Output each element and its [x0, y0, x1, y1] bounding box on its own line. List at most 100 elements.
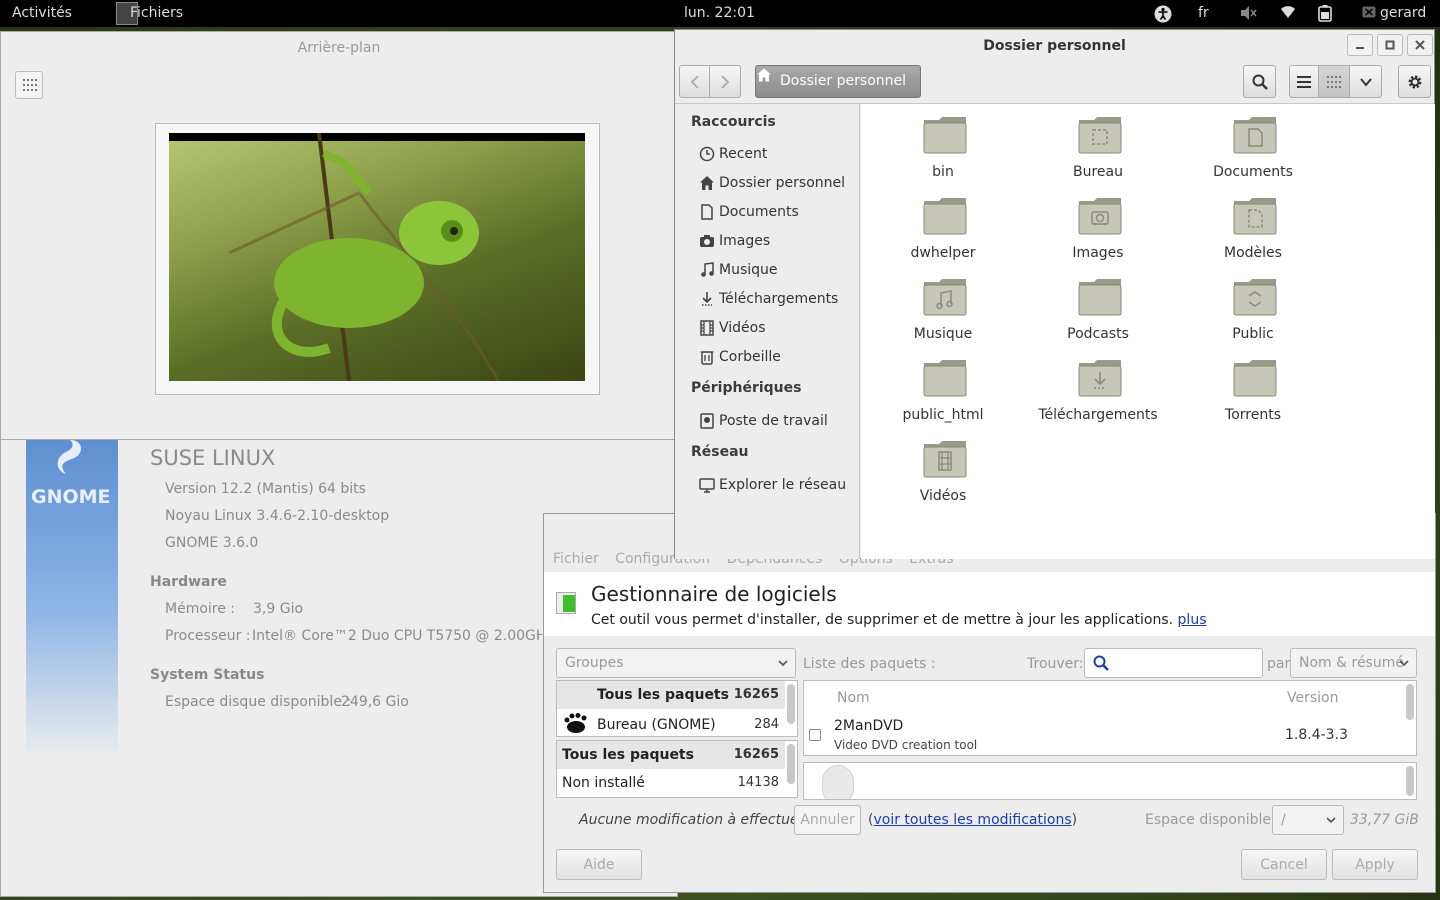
column-header-name[interactable]: Nom [837, 690, 870, 706]
maximize-button[interactable] [1377, 34, 1403, 56]
sidebar-item-home[interactable]: Dossier personnel [697, 173, 857, 197]
wallpaper-preview[interactable] [155, 123, 600, 395]
folder-item[interactable]: public_html [873, 347, 1013, 425]
scrollbar[interactable] [1406, 684, 1414, 720]
scrollbar[interactable] [787, 684, 795, 724]
column-header-version[interactable]: Version [1287, 690, 1338, 706]
volume-muted-icon[interactable] [1240, 5, 1258, 25]
folder-item[interactable]: Images [1028, 185, 1168, 263]
grid-icon [23, 79, 37, 91]
search-input[interactable] [1084, 648, 1263, 678]
clock-icon [699, 146, 715, 162]
disk-combo[interactable]: / [1272, 805, 1344, 835]
trash-icon [700, 351, 714, 365]
system-status-heading: System Status [150, 667, 265, 683]
sidebar-item-videos[interactable]: Vidéos [697, 318, 857, 342]
folder-item[interactable]: dwhelper [873, 185, 1013, 263]
software-header: Gestionnaire de logiciels Cet outil vous… [544, 572, 1435, 636]
sidebar-item-network[interactable]: Explorer le réseau [697, 475, 857, 499]
list-item[interactable]: Non installé 14138 [557, 769, 785, 797]
downloads-folder-icon [1078, 360, 1122, 397]
list-item[interactable]: Bureau (GNOME) 284 [557, 711, 785, 736]
search-field-combo[interactable]: Nom & résumé [1290, 648, 1417, 678]
help-button[interactable]: Aide [556, 849, 642, 880]
sidebar-item-images[interactable]: Images [697, 231, 857, 255]
folder-item[interactable]: Téléchargements [1028, 347, 1168, 425]
folder-item[interactable]: Musique [873, 266, 1013, 344]
scrollbar[interactable] [787, 744, 795, 784]
processor-value: Intel® Core™2 Duo CPU T5750 @ 2.00GHz [252, 628, 542, 644]
sidebar-item-recent[interactable]: Recent [697, 144, 857, 168]
home-icon [700, 176, 714, 190]
sidebar-item-computer[interactable]: Poste de travail [697, 411, 857, 435]
grid-view-button[interactable] [1318, 65, 1350, 98]
view-all-changes-link[interactable]: voir toutes les modifications [873, 812, 1071, 828]
sidebar-item-downloads[interactable]: Téléchargements [697, 289, 857, 313]
package-details-pane [803, 762, 1417, 800]
search-button[interactable] [1243, 65, 1276, 98]
gnome-logo-text: GNOME [31, 486, 111, 508]
sidebar-item-trash[interactable]: Corbeille [697, 347, 857, 371]
cancel-button[interactable]: Cancel [1241, 849, 1327, 880]
apply-button[interactable]: Apply [1332, 849, 1418, 880]
list-item[interactable]: Tous les paquets 16265 [557, 741, 785, 769]
list-icon [1297, 75, 1311, 88]
path-bar-home[interactable]: Dossier personnel [755, 65, 921, 98]
software-title: Gestionnaire de logiciels [591, 582, 837, 606]
folder-item[interactable]: Documents [1183, 104, 1323, 182]
menu-fichier[interactable]: Fichier [553, 551, 599, 567]
package-version: 1.8.4-3.3 [1285, 727, 1348, 743]
groups-list[interactable]: Tous les paquets 16265 Bureau (GNOME) 28… [556, 680, 798, 737]
search-icon [1093, 655, 1109, 671]
folder-item[interactable]: Podcasts [1028, 266, 1168, 344]
view-options-button[interactable] [1349, 65, 1382, 98]
package-checkbox[interactable] [809, 729, 821, 741]
software-manager-window: Fichier Configuration Dépendances Option… [543, 513, 1436, 893]
folder-item[interactable]: Modèles [1183, 185, 1323, 263]
list-item[interactable]: Tous les paquets 16265 [557, 681, 785, 709]
maximize-icon [1385, 40, 1395, 50]
settings-button[interactable] [1398, 65, 1431, 98]
os-version: Version 12.2 (Mantis) 64 bits [165, 481, 366, 497]
app-menu-button[interactable]: Fichiers [130, 5, 183, 21]
close-button[interactable] [1407, 34, 1433, 56]
film-icon [700, 320, 714, 336]
places-sidebar: Raccourcis Recent Dossier personnel Docu… [675, 104, 860, 559]
space-label: Espace disponible : [1145, 812, 1281, 828]
background-settings-window: Arrière-plan [0, 31, 678, 440]
status-list[interactable]: Tous les paquets 16265 Non installé 1413… [556, 740, 798, 798]
clock[interactable]: lun. 22:01 [684, 5, 755, 21]
folder-item[interactable]: Torrents [1183, 347, 1323, 425]
forward-button[interactable] [709, 65, 741, 98]
network-icon [699, 478, 715, 493]
software-description: Cet outil vous permet d'installer, de su… [591, 612, 1207, 628]
user-menu[interactable]: gerard [1362, 5, 1426, 21]
find-label: Trouver: [1027, 656, 1084, 672]
folder-item[interactable]: Public [1183, 266, 1323, 344]
minimize-button[interactable] [1347, 34, 1373, 56]
table-row[interactable]: 2ManDVD Video DVD creation tool 1.8.4-3.… [804, 715, 1404, 755]
sidebar-item-music[interactable]: Musique [697, 260, 857, 284]
more-link[interactable]: plus [1178, 612, 1207, 628]
groups-combo[interactable]: Groupes [556, 648, 796, 678]
folder-item[interactable]: Vidéos [873, 428, 1013, 506]
all-settings-button[interactable] [15, 71, 43, 99]
folder-icon [1078, 279, 1122, 316]
folder-item[interactable]: Bureau [1028, 104, 1168, 182]
wifi-icon[interactable] [1280, 5, 1296, 23]
user-name: gerard [1380, 5, 1427, 21]
documents-folder-icon [1233, 117, 1277, 154]
activities-button[interactable]: Activités [12, 5, 72, 21]
battery-icon[interactable] [1318, 5, 1332, 26]
keyboard-layout-indicator[interactable]: fr [1198, 5, 1209, 21]
download-icon [702, 292, 712, 306]
folder-icon [923, 198, 967, 235]
sidebar-item-documents[interactable]: Documents [697, 202, 857, 226]
scrollbar[interactable] [1406, 766, 1414, 796]
folder-item[interactable]: bin [873, 104, 1013, 182]
undo-button[interactable]: Annuler [794, 805, 861, 835]
folder-icon [1233, 360, 1277, 397]
accessibility-icon[interactable] [1154, 5, 1172, 23]
list-view-button[interactable] [1289, 65, 1319, 98]
back-button[interactable] [679, 65, 710, 98]
